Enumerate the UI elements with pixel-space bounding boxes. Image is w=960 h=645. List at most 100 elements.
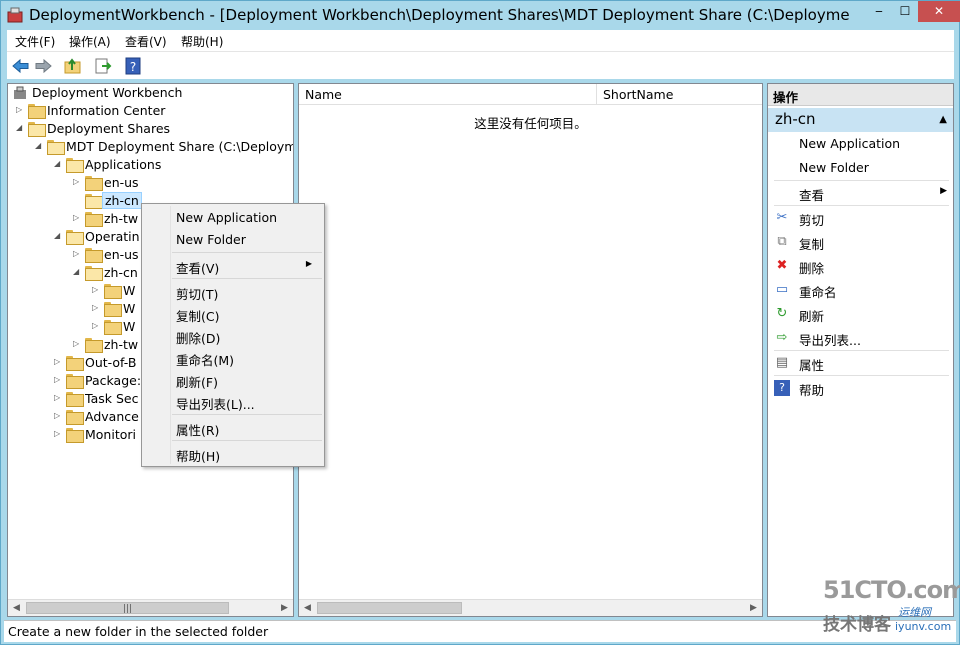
tree-label: W <box>123 301 136 316</box>
menu-file[interactable]: 文件(F) <box>15 33 55 50</box>
expand-arrow-icon[interactable]: ▷ <box>73 213 83 225</box>
context-item-view[interactable]: 查看(V) ▶ <box>144 254 322 276</box>
context-item-new-application[interactable]: New Application <box>144 206 322 228</box>
separator <box>774 375 949 376</box>
scroll-left-icon[interactable]: ◀ <box>299 600 316 616</box>
up-folder-icon[interactable] <box>63 56 83 76</box>
expand-arrow-icon[interactable]: ▷ <box>54 393 64 405</box>
menu-item-label: 帮助(H) <box>176 449 221 464</box>
drivers-folder-icon <box>66 356 84 371</box>
collapse-arrow-icon[interactable]: ◢ <box>54 159 64 171</box>
actions-section-header[interactable]: zh-cn ▲ <box>768 108 953 132</box>
menu-action[interactable]: 操作(A) <box>69 33 111 50</box>
tree-label: Out-of-B <box>85 355 137 370</box>
action-cut[interactable]: ✂ 剪切 <box>768 207 953 229</box>
expand-arrow-icon[interactable]: ▷ <box>54 411 64 423</box>
watermark-line: iyunv.com <box>895 620 952 633</box>
folder-icon <box>28 104 46 119</box>
action-copy[interactable]: ⧉ 复制 <box>768 231 953 253</box>
folder-open-icon <box>47 140 65 155</box>
back-icon[interactable] <box>11 56 31 76</box>
expand-arrow-icon[interactable]: ▷ <box>73 339 83 351</box>
context-item-copy[interactable]: 复制(C) <box>144 302 322 324</box>
action-label: 查看 <box>799 188 825 203</box>
action-refresh[interactable]: ↻ 刷新 <box>768 303 953 325</box>
title-bar: DeploymentWorkbench - [Deployment Workbe… <box>1 1 960 29</box>
maximize-button[interactable]: ☐ <box>892 1 918 22</box>
action-export-list[interactable]: ⇨ 导出列表... <box>768 327 953 349</box>
menu-view[interactable]: 查看(V) <box>125 33 167 50</box>
action-label: New Folder <box>799 160 869 175</box>
menu-help[interactable]: 帮助(H) <box>181 33 223 50</box>
action-rename[interactable]: ▭ 重命名 <box>768 279 953 301</box>
column-header-name[interactable]: Name <box>299 84 597 105</box>
expand-arrow-icon[interactable]: ▷ <box>54 375 64 387</box>
task-sequence-folder-icon <box>66 392 84 407</box>
app-window: DeploymentWorkbench - [Deployment Workbe… <box>0 0 960 645</box>
list-pane[interactable]: Name ShortName 这里没有任何项目。 ◀ ▶ <box>298 83 763 617</box>
scrollbar-grip-icon: ||| <box>122 604 133 614</box>
context-item-help[interactable]: 帮助(H) <box>144 442 322 464</box>
scroll-left-icon[interactable]: ◀ <box>8 600 25 616</box>
action-new-application[interactable]: New Application <box>768 133 953 155</box>
action-help[interactable]: ? 帮助 <box>768 377 953 399</box>
scroll-right-icon[interactable]: ▶ <box>276 600 293 616</box>
os-image-folder-icon <box>104 302 122 317</box>
watermark-line: 51CTO.com <box>823 576 960 604</box>
collapse-arrow-icon[interactable]: ◢ <box>16 123 26 135</box>
context-item-refresh[interactable]: 刷新(F) <box>144 368 322 390</box>
minimize-button[interactable]: ‒ <box>866 1 892 22</box>
context-item-new-folder[interactable]: New Folder <box>144 228 322 250</box>
tree-label: zh-tw <box>104 337 139 352</box>
context-item-delete[interactable]: 删除(D) <box>144 324 322 346</box>
list-horizontal-scrollbar[interactable]: ◀ ▶ <box>299 599 762 616</box>
separator <box>172 252 322 253</box>
forward-icon[interactable] <box>33 56 53 76</box>
scroll-right-icon[interactable]: ▶ <box>745 600 762 616</box>
actions-title: 操作 <box>768 84 953 106</box>
tree-label: W <box>123 319 136 334</box>
action-label: 帮助 <box>799 383 825 398</box>
properties-icon: ▤ <box>775 355 789 370</box>
expand-arrow-icon[interactable]: ▷ <box>73 177 83 189</box>
action-delete[interactable]: ✖ 删除 <box>768 255 953 277</box>
action-new-folder[interactable]: New Folder <box>768 157 953 179</box>
expand-arrow-icon[interactable]: ▷ <box>54 429 64 441</box>
action-properties[interactable]: ▤ 属性 <box>768 352 953 374</box>
close-button[interactable]: ✕ <box>918 1 960 22</box>
export-list-icon[interactable] <box>93 56 113 76</box>
folder-open-icon <box>28 122 46 137</box>
collapse-arrow-icon[interactable]: ◢ <box>35 141 45 153</box>
separator <box>774 180 949 181</box>
action-view[interactable]: 查看 ▶ <box>768 182 953 204</box>
expand-arrow-icon[interactable]: ▷ <box>92 285 102 297</box>
expand-arrow-icon[interactable]: ▷ <box>92 303 102 315</box>
status-text: Create a new folder in the selected fold… <box>8 624 269 639</box>
context-item-rename[interactable]: 重命名(M) <box>144 346 322 368</box>
context-item-cut[interactable]: 剪切(T) <box>144 280 322 302</box>
context-item-properties[interactable]: 属性(R) <box>144 416 322 438</box>
actions-pane: 操作 zh-cn ▲ New Application New Folder 查看… <box>767 83 954 617</box>
folder-open-icon <box>85 194 103 209</box>
tree-label: Monitori <box>85 427 136 442</box>
action-label: 导出列表... <box>799 333 861 348</box>
menu-item-label: 属性(R) <box>176 423 220 438</box>
collapse-section-icon[interactable]: ▲ <box>939 114 947 125</box>
collapse-arrow-icon[interactable]: ◢ <box>73 267 83 279</box>
expand-arrow-icon[interactable]: ▷ <box>16 105 26 117</box>
expand-arrow-icon[interactable]: ▷ <box>73 249 83 261</box>
tree-label: en-us <box>104 247 139 262</box>
help-icon[interactable]: ? <box>123 56 143 76</box>
column-header-shortname[interactable]: ShortName <box>597 84 762 105</box>
scrollbar-thumb[interactable] <box>317 602 462 614</box>
collapse-arrow-icon[interactable]: ◢ <box>54 231 64 243</box>
tree-horizontal-scrollbar[interactable]: ◀ ||| ▶ <box>8 599 293 616</box>
menu-item-label: 剪切(T) <box>176 287 219 302</box>
context-item-export-list[interactable]: 导出列表(L)... <box>144 390 322 412</box>
workbench-icon <box>14 86 26 99</box>
actions-section-label: zh-cn <box>775 110 816 128</box>
scrollbar-thumb[interactable]: ||| <box>26 602 229 614</box>
rename-icon: ▭ <box>775 282 789 297</box>
expand-arrow-icon[interactable]: ▷ <box>54 357 64 369</box>
expand-arrow-icon[interactable]: ▷ <box>92 321 102 333</box>
